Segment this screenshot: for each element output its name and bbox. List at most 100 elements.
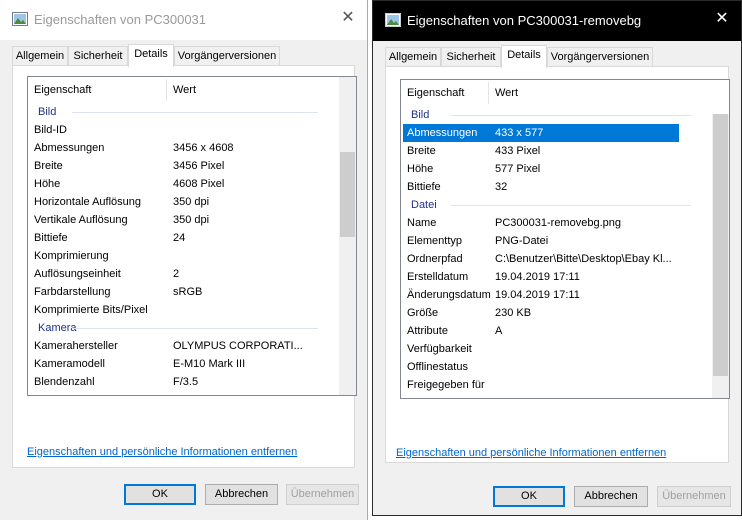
property-row[interactable]: Bittiefe 24: [28, 229, 356, 247]
property-row[interactable]: Breite 3456 Pixel: [28, 157, 356, 175]
property-row[interactable]: Abmessungen 3456 x 4608: [28, 139, 356, 157]
property-name: Größe: [407, 307, 439, 319]
property-row[interactable]: Komprimierte Bits/Pixel: [28, 301, 356, 319]
remove-properties-link[interactable]: Eigenschaften und persönliche Informatio…: [396, 447, 666, 459]
column-divider[interactable]: [488, 82, 489, 104]
column-header-value[interactable]: Wert: [173, 84, 196, 96]
tab-vorgaengerversionen[interactable]: Vorgängerversionen: [547, 47, 653, 67]
tab-details[interactable]: Details: [501, 45, 547, 68]
property-row[interactable]: Kameramodell E-M10 Mark III: [28, 355, 356, 373]
property-row[interactable]: Blendenzahl F/3.5: [28, 373, 356, 391]
group-label: Datei: [411, 199, 437, 211]
property-name: Auflösungseinheit: [34, 268, 121, 280]
property-name: Besitzer: [407, 394, 447, 398]
property-value: A: [495, 325, 503, 337]
property-row[interactable]: Erstelldatum 19.04.2019 17:11: [401, 268, 729, 286]
property-list[interactable]: Eigenschaft Wert Bild Abmessungen 433 x 57…: [400, 79, 730, 399]
property-list[interactable]: Eigenschaft Wert Bild Bild-ID Abmessungen 3…: [27, 76, 357, 396]
property-row[interactable]: Höhe 4608 Pixel: [28, 175, 356, 193]
property-row[interactable]: Besitzer DESKTOP-GRRQIRA\Bitte: [401, 394, 729, 398]
property-row[interactable]: Kamerahersteller OLYMPUS CORPORATI...: [28, 337, 356, 355]
property-value: PC300031-removebg.png: [495, 217, 621, 229]
remove-properties-link[interactable]: Eigenschaften und persönliche Informatio…: [27, 446, 297, 458]
cancel-button[interactable]: Abbrechen: [574, 486, 648, 507]
property-name: Blendenzahl: [34, 376, 95, 388]
property-row[interactable]: Belichtungszeit 1/20 Sek.: [28, 391, 356, 395]
group-header[interactable]: Datei: [401, 196, 729, 214]
window-title: Eigenschaften von PC300031: [34, 12, 207, 27]
title-bar[interactable]: Eigenschaften von PC300031 ✕: [0, 0, 367, 40]
property-name: Ordnerpfad: [407, 253, 463, 265]
property-name: Erstelldatum: [407, 271, 469, 283]
column-header-property[interactable]: Eigenschaft: [407, 87, 464, 99]
apply-button[interactable]: Übernehmen: [286, 484, 359, 505]
property-row[interactable]: Komprimierung: [28, 247, 356, 265]
tab-allgemein[interactable]: Allgemein: [12, 46, 68, 66]
group-divider: [451, 115, 691, 116]
property-name: Kameramodell: [34, 358, 105, 370]
tab-vorgaengerversionen[interactable]: Vorgängerversionen: [174, 46, 280, 66]
property-row[interactable]: Bittiefe 32: [401, 178, 729, 196]
property-value: 19.04.2019 17:11: [495, 271, 580, 283]
property-row[interactable]: Abmessungen 433 x 577: [401, 124, 729, 142]
title-bar[interactable]: Eigenschaften von PC300031-removebg ✕: [373, 1, 741, 41]
property-name: Verfügbarkeit: [407, 343, 472, 355]
tab-sicherheit[interactable]: Sicherheit: [68, 46, 128, 66]
property-row[interactable]: Breite 433 Pixel: [401, 142, 729, 160]
property-name: Vertikale Auflösung: [34, 214, 128, 226]
property-row[interactable]: Name PC300031-removebg.png: [401, 214, 729, 232]
property-value: 577 Pixel: [495, 163, 541, 175]
property-name: Name: [407, 217, 437, 229]
ok-button[interactable]: OK: [124, 484, 196, 505]
cancel-button[interactable]: Abbrechen: [205, 484, 278, 505]
column-header: Eigenschaft Wert: [401, 80, 729, 106]
property-row[interactable]: Größe 230 KB: [401, 304, 729, 322]
close-icon[interactable]: ✕: [339, 9, 357, 27]
property-row[interactable]: Offlinestatus: [401, 358, 729, 376]
column-header-value[interactable]: Wert: [495, 87, 518, 99]
group-header[interactable]: Bild: [401, 106, 729, 124]
property-row[interactable]: Horizontale Auflösung 350 dpi: [28, 193, 356, 211]
group-header[interactable]: Bild: [28, 103, 356, 121]
tab-sicherheit[interactable]: Sicherheit: [441, 47, 501, 67]
vertical-scrollbar[interactable]: [339, 77, 356, 395]
property-row[interactable]: Attribute A: [401, 322, 729, 340]
vertical-scrollbar[interactable]: [712, 114, 729, 398]
column-divider[interactable]: [166, 79, 167, 101]
tab-allgemein[interactable]: Allgemein: [385, 47, 441, 67]
property-row[interactable]: Höhe 577 Pixel: [401, 160, 729, 178]
property-row[interactable]: Bild-ID: [28, 121, 356, 139]
image-file-icon: [12, 12, 28, 26]
property-value: PNG-Datei: [495, 235, 549, 247]
property-row[interactable]: Verfügbarkeit: [401, 340, 729, 358]
property-value: DESKTOP-GRRQIRA\Bitte: [495, 394, 695, 398]
property-row[interactable]: Ordnerpfad C:\Benutzer\Bitte\Desktop\Ebay…: [401, 250, 729, 268]
property-row[interactable]: Auflösungseinheit 2: [28, 265, 356, 283]
property-rows: Bild Bild-ID Abmessungen 3456 x 4608 Breite 3…: [28, 103, 356, 395]
group-divider: [72, 328, 318, 329]
property-value: 433 Pixel: [495, 145, 541, 157]
property-name: Abmessungen: [34, 142, 105, 154]
property-value: 350 dpi: [173, 214, 210, 226]
property-value: C:\Benutzer\Bitte\Desktop\Ebay Kl...: [495, 253, 672, 265]
scrollbar-thumb[interactable]: [713, 114, 728, 376]
ok-button[interactable]: OK: [493, 486, 565, 507]
property-name: Komprimierte Bits/Pixel: [34, 304, 148, 316]
close-icon[interactable]: ✕: [713, 10, 731, 28]
group-header[interactable]: Kamera: [28, 319, 356, 337]
property-row[interactable]: Freigegeben für: [401, 376, 729, 394]
property-row[interactable]: Änderungsdatum 19.04.2019 17:11: [401, 286, 729, 304]
column-header-property[interactable]: Eigenschaft: [34, 84, 91, 96]
property-value: 19.04.2019 17:11: [495, 289, 580, 301]
property-name: Komprimierung: [34, 250, 109, 262]
property-value: 230 KB: [495, 307, 532, 319]
properties-window-right: Eigenschaften von PC300031-removebg ✕ Al…: [372, 0, 742, 516]
property-value: 4608 Pixel: [173, 178, 225, 190]
property-row[interactable]: Farbdarstellung sRGB: [28, 283, 356, 301]
scrollbar-thumb[interactable]: [340, 152, 355, 237]
property-row[interactable]: Elementtyp PNG-Datei: [401, 232, 729, 250]
column-header: Eigenschaft Wert: [28, 77, 356, 103]
property-row[interactable]: Vertikale Auflösung 350 dpi: [28, 211, 356, 229]
tab-details[interactable]: Details: [128, 44, 174, 67]
apply-button[interactable]: Übernehmen: [657, 486, 731, 507]
